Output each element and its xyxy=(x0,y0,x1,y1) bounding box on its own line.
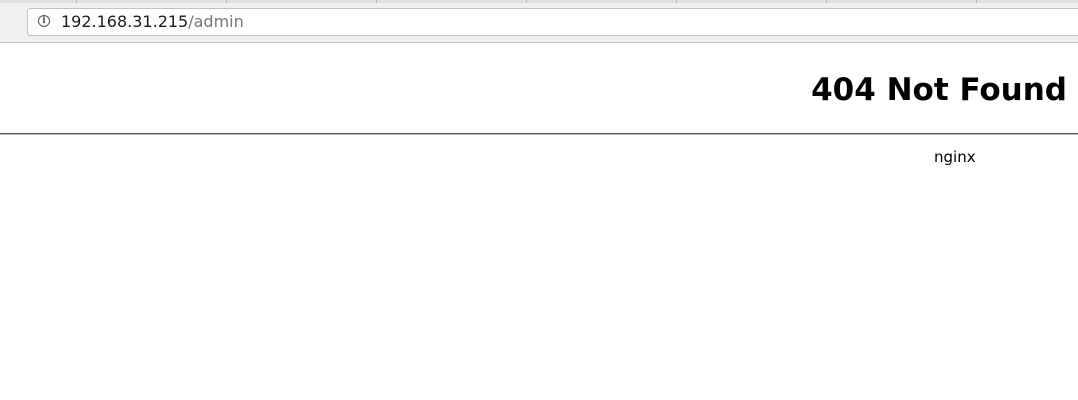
url-path: /admin xyxy=(188,12,244,31)
tab-divider xyxy=(526,0,527,3)
address-bar-url[interactable]: 192.168.31.215/admin xyxy=(61,12,244,32)
address-bar[interactable]: i 192.168.31.215/admin xyxy=(27,8,1078,36)
tab-divider xyxy=(76,0,77,3)
divider xyxy=(0,133,1078,135)
tab-divider xyxy=(376,0,377,3)
url-host: 192.168.31.215 xyxy=(61,12,189,31)
tab-strip xyxy=(0,0,1078,3)
page-content: 404 Not Found nginx xyxy=(0,43,1078,400)
browser-toolbar: i 192.168.31.215/admin xyxy=(0,0,1078,43)
page-title: 404 Not Found xyxy=(811,72,1067,108)
server-name: nginx xyxy=(934,148,976,166)
info-icon[interactable]: i xyxy=(38,15,50,27)
tab-divider xyxy=(226,0,227,3)
tab-divider xyxy=(826,0,827,3)
tab-divider xyxy=(976,0,977,3)
tab-divider xyxy=(676,0,677,3)
